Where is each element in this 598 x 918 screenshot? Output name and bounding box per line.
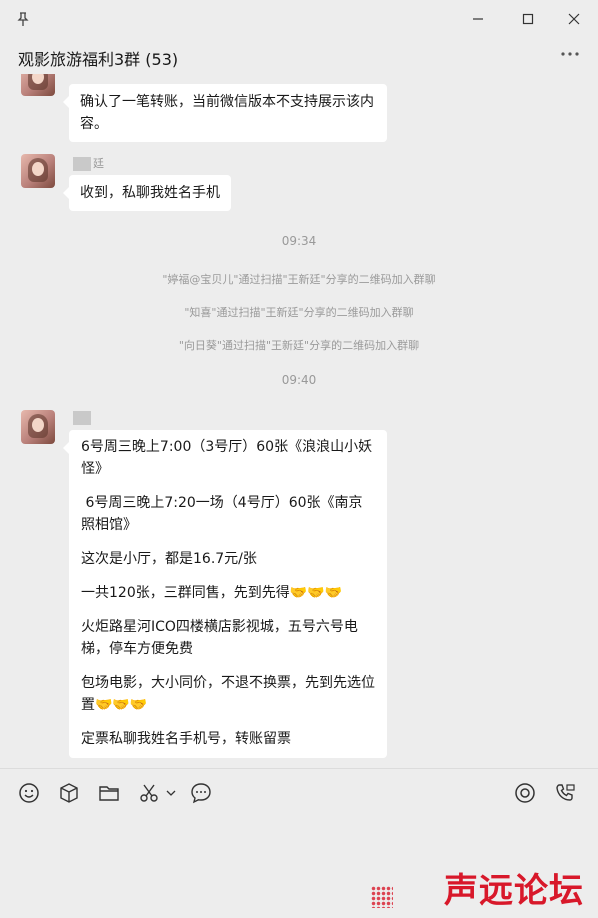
minimize-button[interactable]	[467, 8, 489, 30]
chat-title: 观影旅游福利3群 (53)	[18, 50, 179, 69]
call-button[interactable]	[553, 781, 577, 805]
redacted-name	[73, 157, 91, 171]
message-paragraph: 这次是小厅，都是16.7元/张	[81, 551, 257, 567]
phone-icon	[556, 784, 575, 801]
chat-header: 观影旅游福利3群 (53)	[0, 38, 598, 74]
box-icon	[60, 783, 78, 803]
message-paragraph: 定票私聊我姓名手机号，转账留票	[81, 731, 291, 747]
avatar[interactable]	[21, 410, 55, 444]
sender-name	[73, 411, 93, 425]
watermark-dots	[371, 886, 393, 908]
emoji-icon	[19, 783, 39, 803]
timestamp: 09:40	[281, 373, 317, 387]
message-paragraph: 火炬路星河ICO四楼横店影视城，五号六号电梯，停车方便免费	[81, 619, 358, 657]
input-toolbar: 声远论坛	[0, 768, 598, 918]
chat-area[interactable]: 确认了一笔转账，当前微信版本不支持展示该内容。 廷 收到，私聊我姓名手机 09:…	[0, 74, 598, 768]
folder-icon	[99, 786, 119, 801]
system-message: "向日葵"通过扫描"王新廷"分享的二维码加入群聊	[178, 339, 420, 352]
chat-bubble-icon	[191, 783, 211, 804]
sender-name: 廷	[73, 155, 104, 171]
message-paragraph: 一共120张，三群同售，先到先得🤝🤝🤝	[81, 585, 343, 601]
system-message: "知喜"通过扫描"王新廷"分享的二维码加入群聊	[184, 306, 414, 319]
watermark-logo: 声远论坛	[444, 871, 584, 911]
message-bubble[interactable]: 确认了一笔转账，当前微信版本不支持展示该内容。	[63, 84, 387, 142]
close-button[interactable]	[563, 8, 585, 30]
pin-icon[interactable]	[15, 11, 31, 27]
message-paragraph: 包场电影，大小同价，不退不换票，先到先选位置🤝🤝🤝	[81, 675, 375, 713]
timestamp: 09:34	[281, 234, 317, 248]
chat-history-button[interactable]	[189, 781, 213, 805]
scissors-icon	[140, 784, 158, 802]
message-bubble[interactable]: 6号周三晚上7:00（3号厅）60张《浪浪山小妖怪》 6号周三晚上7:20一场（…	[63, 430, 387, 758]
maximize-button[interactable]	[517, 8, 539, 30]
live-button[interactable]	[513, 781, 537, 805]
redacted-name	[73, 411, 91, 425]
screenshot-options[interactable]	[163, 781, 179, 805]
file-button[interactable]	[97, 781, 121, 805]
message-bubble[interactable]: 收到，私聊我姓名手机	[63, 175, 231, 211]
emoji-button[interactable]	[17, 781, 41, 805]
maximize-icon	[522, 13, 534, 25]
minimize-icon	[473, 18, 483, 20]
sticker-button[interactable]	[57, 781, 81, 805]
system-message: "婷福@宝贝儿"通过扫描"王新廷"分享的二维码加入群聊	[162, 273, 436, 286]
message-paragraph: 6号周三晚上7:20一场（4号厅）60张《南京照相馆》	[81, 495, 363, 533]
avatar[interactable]	[21, 154, 55, 188]
more-icon[interactable]	[560, 51, 580, 57]
avatar[interactable]	[21, 74, 55, 96]
chevron-down-icon	[166, 790, 176, 796]
title-bar	[0, 0, 598, 38]
screenshot-button[interactable]	[137, 781, 161, 805]
close-icon	[568, 13, 580, 25]
message-paragraph: 6号周三晚上7:00（3号厅）60张《浪浪山小妖怪》	[81, 439, 373, 477]
record-icon	[515, 783, 535, 803]
